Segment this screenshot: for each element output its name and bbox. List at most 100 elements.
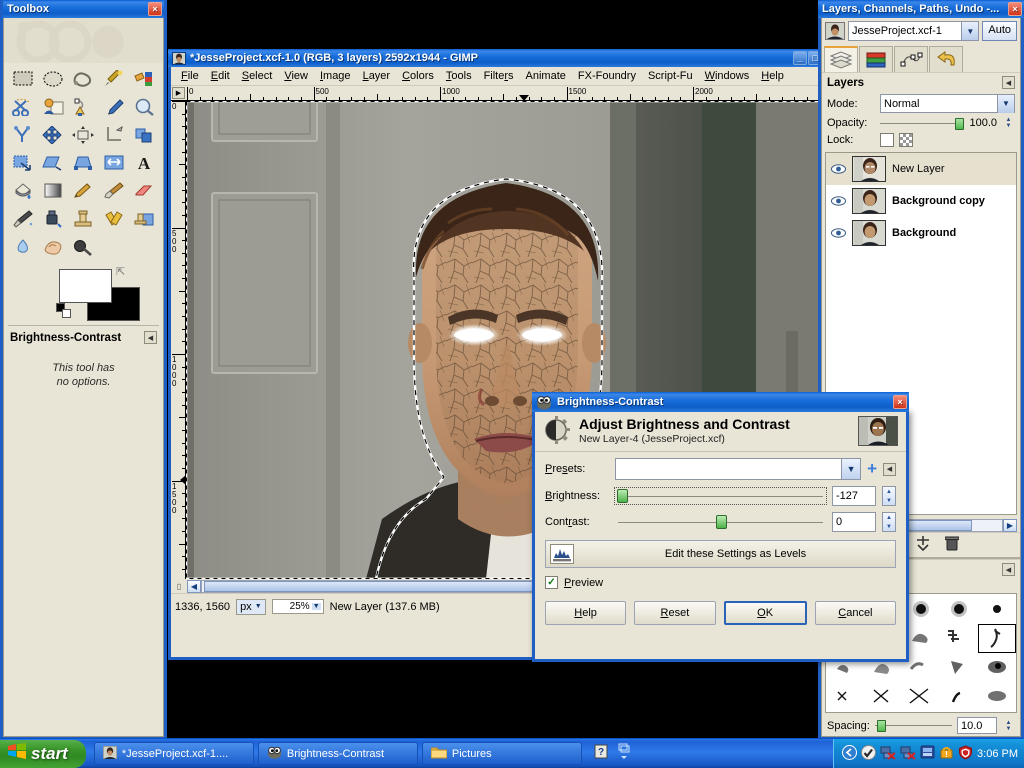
layer-visibility-icon[interactable] [830, 196, 846, 206]
free-select-tool[interactable] [68, 65, 98, 93]
smudge-tool[interactable] [38, 233, 68, 261]
brightness-spinner[interactable]: ▲ ▼ [882, 486, 896, 506]
blur-sharpen-tool[interactable] [8, 233, 38, 261]
perspective-clone-tool[interactable] [129, 205, 159, 233]
contrast-spinner[interactable]: ▲ ▼ [882, 512, 896, 532]
scroll-right-button[interactable]: ▶ [1003, 518, 1017, 532]
rect-select-tool[interactable] [8, 65, 38, 93]
menu-layer[interactable]: Layer [357, 69, 397, 83]
perspective-tool[interactable] [68, 149, 98, 177]
brush-cell[interactable] [902, 683, 940, 713]
spacing-spinner[interactable]: ▲ ▼ [1002, 720, 1015, 732]
spacing-slider[interactable] [874, 720, 952, 732]
menu-tools[interactable]: Tools [440, 69, 478, 83]
scissors-select-tool[interactable] [8, 93, 38, 121]
cancel-button[interactable]: Cancel [814, 601, 896, 625]
dialog-titlebar[interactable]: Brightness-Contrast × [532, 392, 909, 412]
ink-tool[interactable] [38, 205, 68, 233]
color-picker-tool[interactable] [99, 93, 129, 121]
tab-channels[interactable] [859, 46, 893, 72]
mode-combo[interactable]: Normal ▼ [880, 94, 1015, 113]
measure-tool[interactable] [8, 121, 38, 149]
menu-image[interactable]: Image [314, 69, 357, 83]
preview-row[interactable]: ✓ Preview [545, 576, 896, 589]
add-preset-button[interactable]: + [867, 460, 877, 477]
rotate-tool[interactable] [129, 121, 159, 149]
wilber-drop-area[interactable] [4, 18, 163, 63]
menu-colors[interactable]: Colors [396, 69, 440, 83]
opacity-spinner[interactable]: ▲ ▼ [1002, 117, 1015, 129]
unit-combo[interactable]: px ▼ [236, 598, 266, 615]
fuzzy-select-tool[interactable] [99, 65, 129, 93]
horizontal-ruler[interactable]: ▶ 0 500 1000 1500 2000 [171, 86, 821, 101]
menubar[interactable]: File Edit Select View Image Layer Colors… [171, 67, 821, 86]
menu-fx-foundry[interactable]: FX-Foundry [572, 69, 642, 83]
help-button[interactable]: Help [545, 601, 627, 625]
auto-button[interactable]: Auto [982, 21, 1017, 41]
security-center-icon[interactable] [958, 744, 973, 763]
clock[interactable]: 3:06 PM [977, 748, 1018, 760]
tab-paths[interactable] [894, 46, 928, 72]
menu-animate[interactable]: Animate [520, 69, 572, 83]
ruler-menu-icon[interactable]: ▶ [172, 87, 185, 99]
anchor-layer-button[interactable] [915, 536, 931, 554]
quickmask-toggle-icon[interactable]: ▯ [171, 582, 187, 591]
menu-edit[interactable]: Edit [205, 69, 236, 83]
dock-tabbar[interactable] [822, 44, 1020, 72]
contrast-slider[interactable] [615, 514, 826, 530]
tab-layers[interactable] [824, 46, 858, 72]
toolbox-titlebar[interactable]: Toolbox × [3, 0, 164, 18]
windows-security-icon[interactable] [920, 745, 935, 763]
brush-cell[interactable] [978, 594, 1016, 624]
toolbox-close-button[interactable]: × [148, 2, 162, 16]
edit-as-levels-button[interactable]: Edit these Settings as Levels [545, 540, 896, 568]
network-disconnected-icon[interactable] [880, 745, 896, 763]
alignment-tool[interactable] [68, 121, 98, 149]
opacity-knob[interactable] [955, 117, 965, 130]
zoom-combo[interactable]: 25% ▼ [271, 599, 324, 614]
spacing-field[interactable]: 10.0 [957, 717, 997, 734]
brush-cell[interactable] [940, 624, 978, 654]
dock-close-button[interactable]: × [1008, 2, 1022, 16]
presets-menu-icon[interactable]: ◀ [883, 462, 896, 476]
layers-panel-menu-icon[interactable]: ◀ [1002, 76, 1015, 89]
help-tray-icon[interactable]: ? [594, 744, 610, 763]
brush-cell[interactable] [940, 594, 978, 624]
menu-select[interactable]: Select [236, 69, 279, 83]
layer-row[interactable]: New Layer [826, 153, 1016, 185]
menu-windows[interactable]: Windows [699, 69, 756, 83]
opacity-slider[interactable] [880, 117, 965, 130]
eraser-tool[interactable] [129, 177, 159, 205]
zoom-tool[interactable] [129, 93, 159, 121]
blend-tool[interactable] [38, 177, 68, 205]
brushes-panel-menu-icon[interactable]: ◀ [1002, 563, 1015, 576]
minimize-button[interactable]: _ [793, 51, 807, 65]
reset-button[interactable]: Reset [634, 601, 716, 625]
preview-checkbox[interactable]: ✓ [545, 576, 558, 589]
contrast-knob[interactable] [715, 515, 727, 529]
window-stack-icon[interactable] [618, 743, 630, 764]
flip-tool[interactable] [99, 149, 129, 177]
brush-cell-selected[interactable] [978, 623, 1016, 653]
chevron-down-icon[interactable]: ▼ [997, 94, 1014, 113]
paths-tool[interactable] [68, 93, 98, 121]
brightness-slider[interactable] [614, 487, 827, 505]
foreground-color-swatch[interactable] [59, 269, 112, 303]
layer-visibility-icon[interactable] [830, 228, 846, 238]
swap-colors-icon[interactable]: ⇱ [116, 265, 130, 279]
pencil-tool[interactable] [68, 177, 98, 205]
select-by-color-tool[interactable] [129, 65, 159, 93]
antivirus-tray-icon[interactable] [861, 744, 877, 763]
menu-view[interactable]: View [278, 69, 314, 83]
airbrush-tool[interactable] [8, 205, 38, 233]
menu-script-fu[interactable]: Script-Fu [642, 69, 699, 83]
tool-options-menu-icon[interactable]: ◀ [144, 331, 157, 344]
ellipse-select-tool[interactable] [38, 65, 68, 93]
menu-help[interactable]: Help [755, 69, 790, 83]
layer-visibility-icon[interactable] [830, 164, 846, 174]
scale-tool[interactable] [8, 149, 38, 177]
foreground-select-tool[interactable] [38, 93, 68, 121]
image-window-titlebar[interactable]: *JesseProject.xcf-1.0 (RGB, 3 layers) 25… [168, 49, 824, 67]
layer-row[interactable]: Background copy [826, 185, 1016, 217]
crop-tool[interactable] [99, 121, 129, 149]
